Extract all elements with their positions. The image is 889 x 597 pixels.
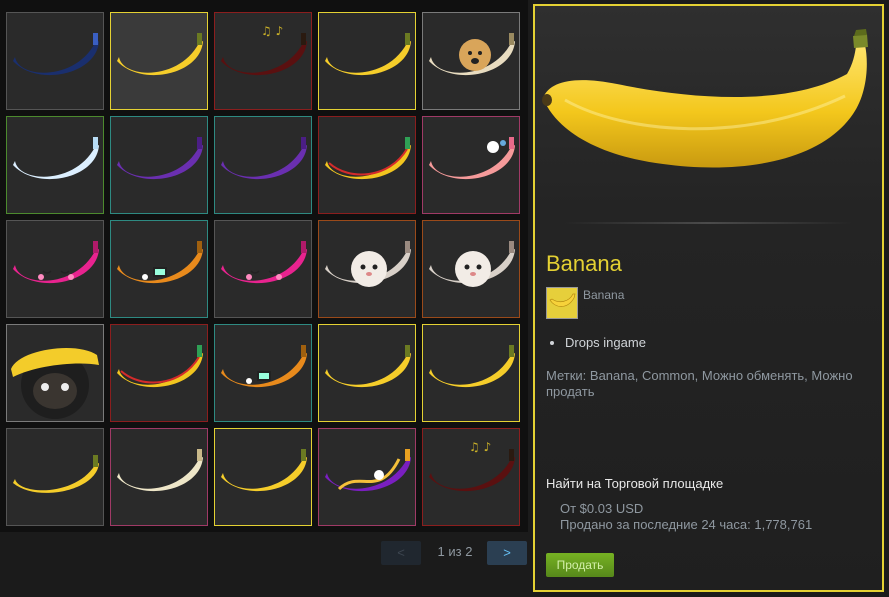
- inventory-item[interactable]: [6, 12, 104, 110]
- inventory-item[interactable]: [422, 116, 520, 214]
- item-name: Banana: [546, 251, 622, 276]
- inventory-item[interactable]: [110, 428, 208, 526]
- inventory-item[interactable]: [422, 324, 520, 422]
- inventory-item[interactable]: ♫ ♪: [422, 428, 520, 526]
- svg-text:♫ ♪: ♫ ♪: [261, 24, 283, 38]
- inventory-item[interactable]: [214, 428, 312, 526]
- inventory-item[interactable]: [110, 116, 208, 214]
- svg-text:♫ ♪: ♫ ♪: [469, 440, 491, 454]
- inventory-item[interactable]: [6, 116, 104, 214]
- sell-button[interactable]: Продать: [546, 553, 614, 577]
- item-tags: Метки: Banana, Common, Можно обменять, М…: [546, 368, 853, 399]
- inventory-item[interactable]: [214, 220, 312, 318]
- inventory-item[interactable]: [318, 12, 416, 110]
- inventory-item[interactable]: [110, 12, 208, 110]
- market-volume: Продано за последние 24 часа: 1,778,761: [560, 517, 813, 532]
- item-descriptions: Drops ingame: [565, 335, 646, 350]
- inventory-item[interactable]: [6, 220, 104, 318]
- inventory-item[interactable]: [110, 220, 208, 318]
- inventory-item[interactable]: [422, 220, 520, 318]
- next-page-button[interactable]: >: [487, 541, 527, 565]
- market-price: От $0.03 USD: [560, 501, 644, 516]
- inventory-item[interactable]: [318, 220, 416, 318]
- game-name[interactable]: Banana: [583, 288, 624, 302]
- inventory-item[interactable]: [422, 12, 520, 110]
- banana-game-icon[interactable]: [546, 287, 578, 319]
- divider: [563, 222, 853, 224]
- banana-image: [542, 29, 868, 168]
- market-title: Найти на Торговой площадке: [546, 476, 724, 491]
- pagination: < 1 из 2 >: [0, 541, 528, 567]
- inventory-item[interactable]: ♫ ♪: [214, 12, 312, 110]
- page-indicator: 1 из 2: [437, 544, 473, 559]
- inventory-item[interactable]: [318, 116, 416, 214]
- inventory-grid: ♫ ♪ ♫ ♪: [0, 0, 528, 532]
- description-item: Drops ingame: [565, 335, 646, 350]
- item-detail-panel: Banana Banana Drops ingame Метки: Banana…: [533, 4, 884, 592]
- inventory-item[interactable]: [6, 428, 104, 526]
- inventory-item[interactable]: [6, 324, 104, 422]
- prev-page-button[interactable]: <: [381, 541, 421, 565]
- inventory-item[interactable]: [214, 324, 312, 422]
- inventory-item[interactable]: [318, 324, 416, 422]
- inventory-item[interactable]: [110, 324, 208, 422]
- inventory-item[interactable]: [318, 428, 416, 526]
- inventory-item[interactable]: [214, 116, 312, 214]
